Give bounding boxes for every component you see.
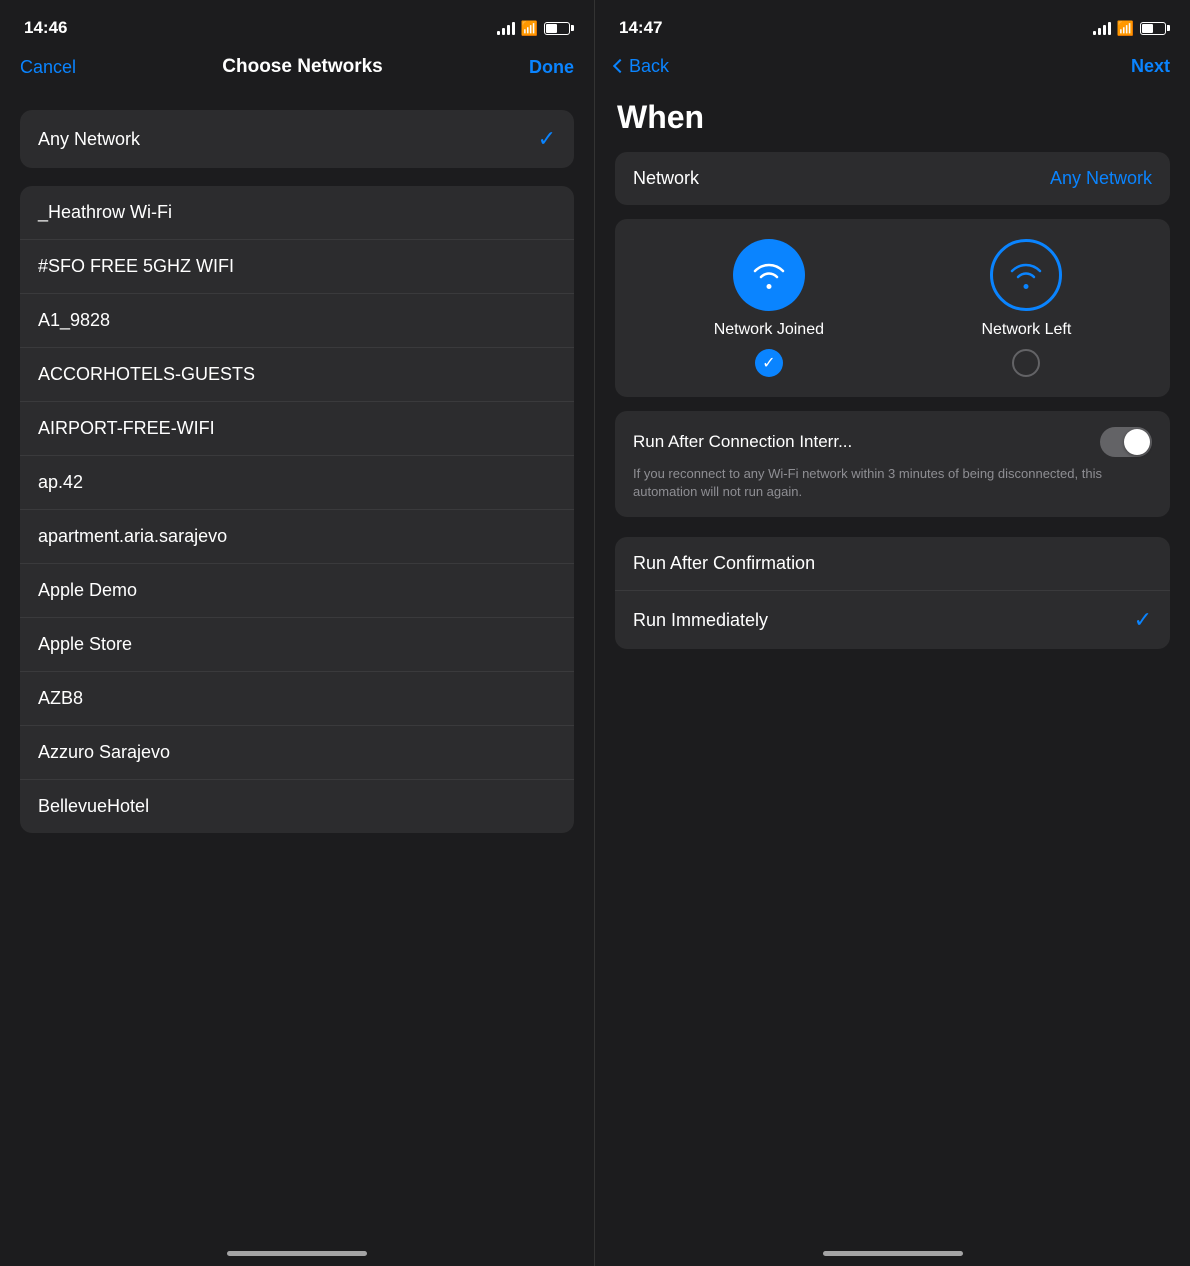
cancel-button[interactable]: Cancel: [20, 57, 76, 78]
left-phone: 14:46 📶 Cancel Choose Networks Done Any …: [0, 0, 595, 1266]
run-immediately-row[interactable]: Run Immediately ✓: [615, 591, 1170, 649]
any-network-item[interactable]: Any Network ✓: [20, 110, 574, 168]
run-after-label: Run After Confirmation: [633, 553, 815, 574]
run-options-card: Run After Confirmation Run Immediately ✓: [615, 537, 1170, 649]
list-item-truncated[interactable]: BellevueHotel: [20, 780, 574, 833]
left-home-indicator-area: [0, 1251, 594, 1266]
right-status-icons: 📶: [1093, 20, 1166, 37]
run-immediately-label: Run Immediately: [633, 610, 768, 631]
list-item[interactable]: ACCORHOTELS-GUESTS: [20, 348, 574, 402]
wifi-joined-icon: [750, 260, 788, 290]
signal-icon: [1093, 21, 1111, 35]
chevron-left-icon: [613, 58, 627, 72]
wifi-joined-circle: [733, 239, 805, 311]
run-after-confirmation-row[interactable]: Run After Confirmation: [615, 537, 1170, 591]
right-nav-bar: Back Next: [595, 50, 1190, 89]
toggle-card: Run After Connection Interr... If you re…: [615, 411, 1170, 517]
list-item[interactable]: AIRPORT-FREE-WIFI: [20, 402, 574, 456]
wifi-icon: 📶: [521, 20, 538, 37]
left-status-bar: 14:46 📶: [0, 0, 594, 50]
network-joined-check: ✓: [755, 349, 783, 377]
any-network-section: Any Network ✓: [20, 110, 574, 168]
battery-icon: [544, 22, 570, 35]
back-button[interactable]: Back: [615, 56, 669, 77]
any-network-checkmark: ✓: [538, 126, 556, 152]
toggle-description: If you reconnect to any Wi-Fi network wi…: [633, 465, 1152, 501]
network-row[interactable]: Network Any Network: [615, 152, 1170, 205]
right-home-indicator: [823, 1251, 963, 1256]
signal-icon: [497, 21, 515, 35]
toggle-label: Run After Connection Interr...: [633, 432, 1090, 452]
list-item[interactable]: Apple Demo: [20, 564, 574, 618]
toggle-knob: [1124, 429, 1150, 455]
list-item[interactable]: Apple Store: [20, 618, 574, 672]
trigger-card: Network Joined ✓ Network Left: [615, 219, 1170, 397]
any-network-label: Any Network: [38, 129, 140, 150]
wifi-icon: 📶: [1117, 20, 1134, 37]
list-item[interactable]: apartment.aria.sarajevo: [20, 510, 574, 564]
network-joined-label: Network Joined: [714, 321, 824, 339]
when-title: When: [595, 89, 1190, 152]
left-time: 14:46: [24, 18, 67, 38]
network-joined-option[interactable]: Network Joined ✓: [714, 239, 824, 377]
network-label: Network: [633, 168, 699, 189]
left-nav-title: Choose Networks: [222, 56, 382, 78]
list-item[interactable]: AZB8: [20, 672, 574, 726]
right-status-bar: 14:47 📶: [595, 0, 1190, 50]
run-after-toggle[interactable]: [1100, 427, 1152, 457]
battery-icon: [1140, 22, 1166, 35]
right-phone: 14:47 📶 Back Next When Network Any Netwo: [595, 0, 1190, 1266]
network-left-option[interactable]: Network Left: [981, 239, 1071, 377]
left-home-indicator: [227, 1251, 367, 1256]
network-value: Any Network: [1050, 168, 1152, 189]
left-status-icons: 📶: [497, 20, 570, 37]
network-setting-card: Network Any Network: [615, 152, 1170, 205]
run-immediately-checkmark: ✓: [1134, 607, 1152, 633]
list-item[interactable]: _Heathrow Wi-Fi: [20, 186, 574, 240]
right-time: 14:47: [619, 18, 662, 38]
wifi-left-icon: [1007, 260, 1045, 290]
list-item[interactable]: A1_9828: [20, 294, 574, 348]
list-item[interactable]: #SFO FREE 5GHZ WIFI: [20, 240, 574, 294]
network-left-check: [1012, 349, 1040, 377]
list-item[interactable]: Azzuro Sarajevo: [20, 726, 574, 780]
left-nav-bar: Cancel Choose Networks Done: [0, 50, 594, 90]
toggle-row: Run After Connection Interr...: [633, 427, 1152, 457]
next-button[interactable]: Next: [1131, 56, 1170, 77]
wifi-left-circle: [990, 239, 1062, 311]
list-item[interactable]: ap.42: [20, 456, 574, 510]
networks-list: _Heathrow Wi-Fi #SFO FREE 5GHZ WIFI A1_9…: [20, 186, 574, 833]
done-button[interactable]: Done: [529, 57, 574, 78]
network-left-label: Network Left: [981, 321, 1071, 339]
right-home-indicator-area: [595, 1251, 1190, 1266]
